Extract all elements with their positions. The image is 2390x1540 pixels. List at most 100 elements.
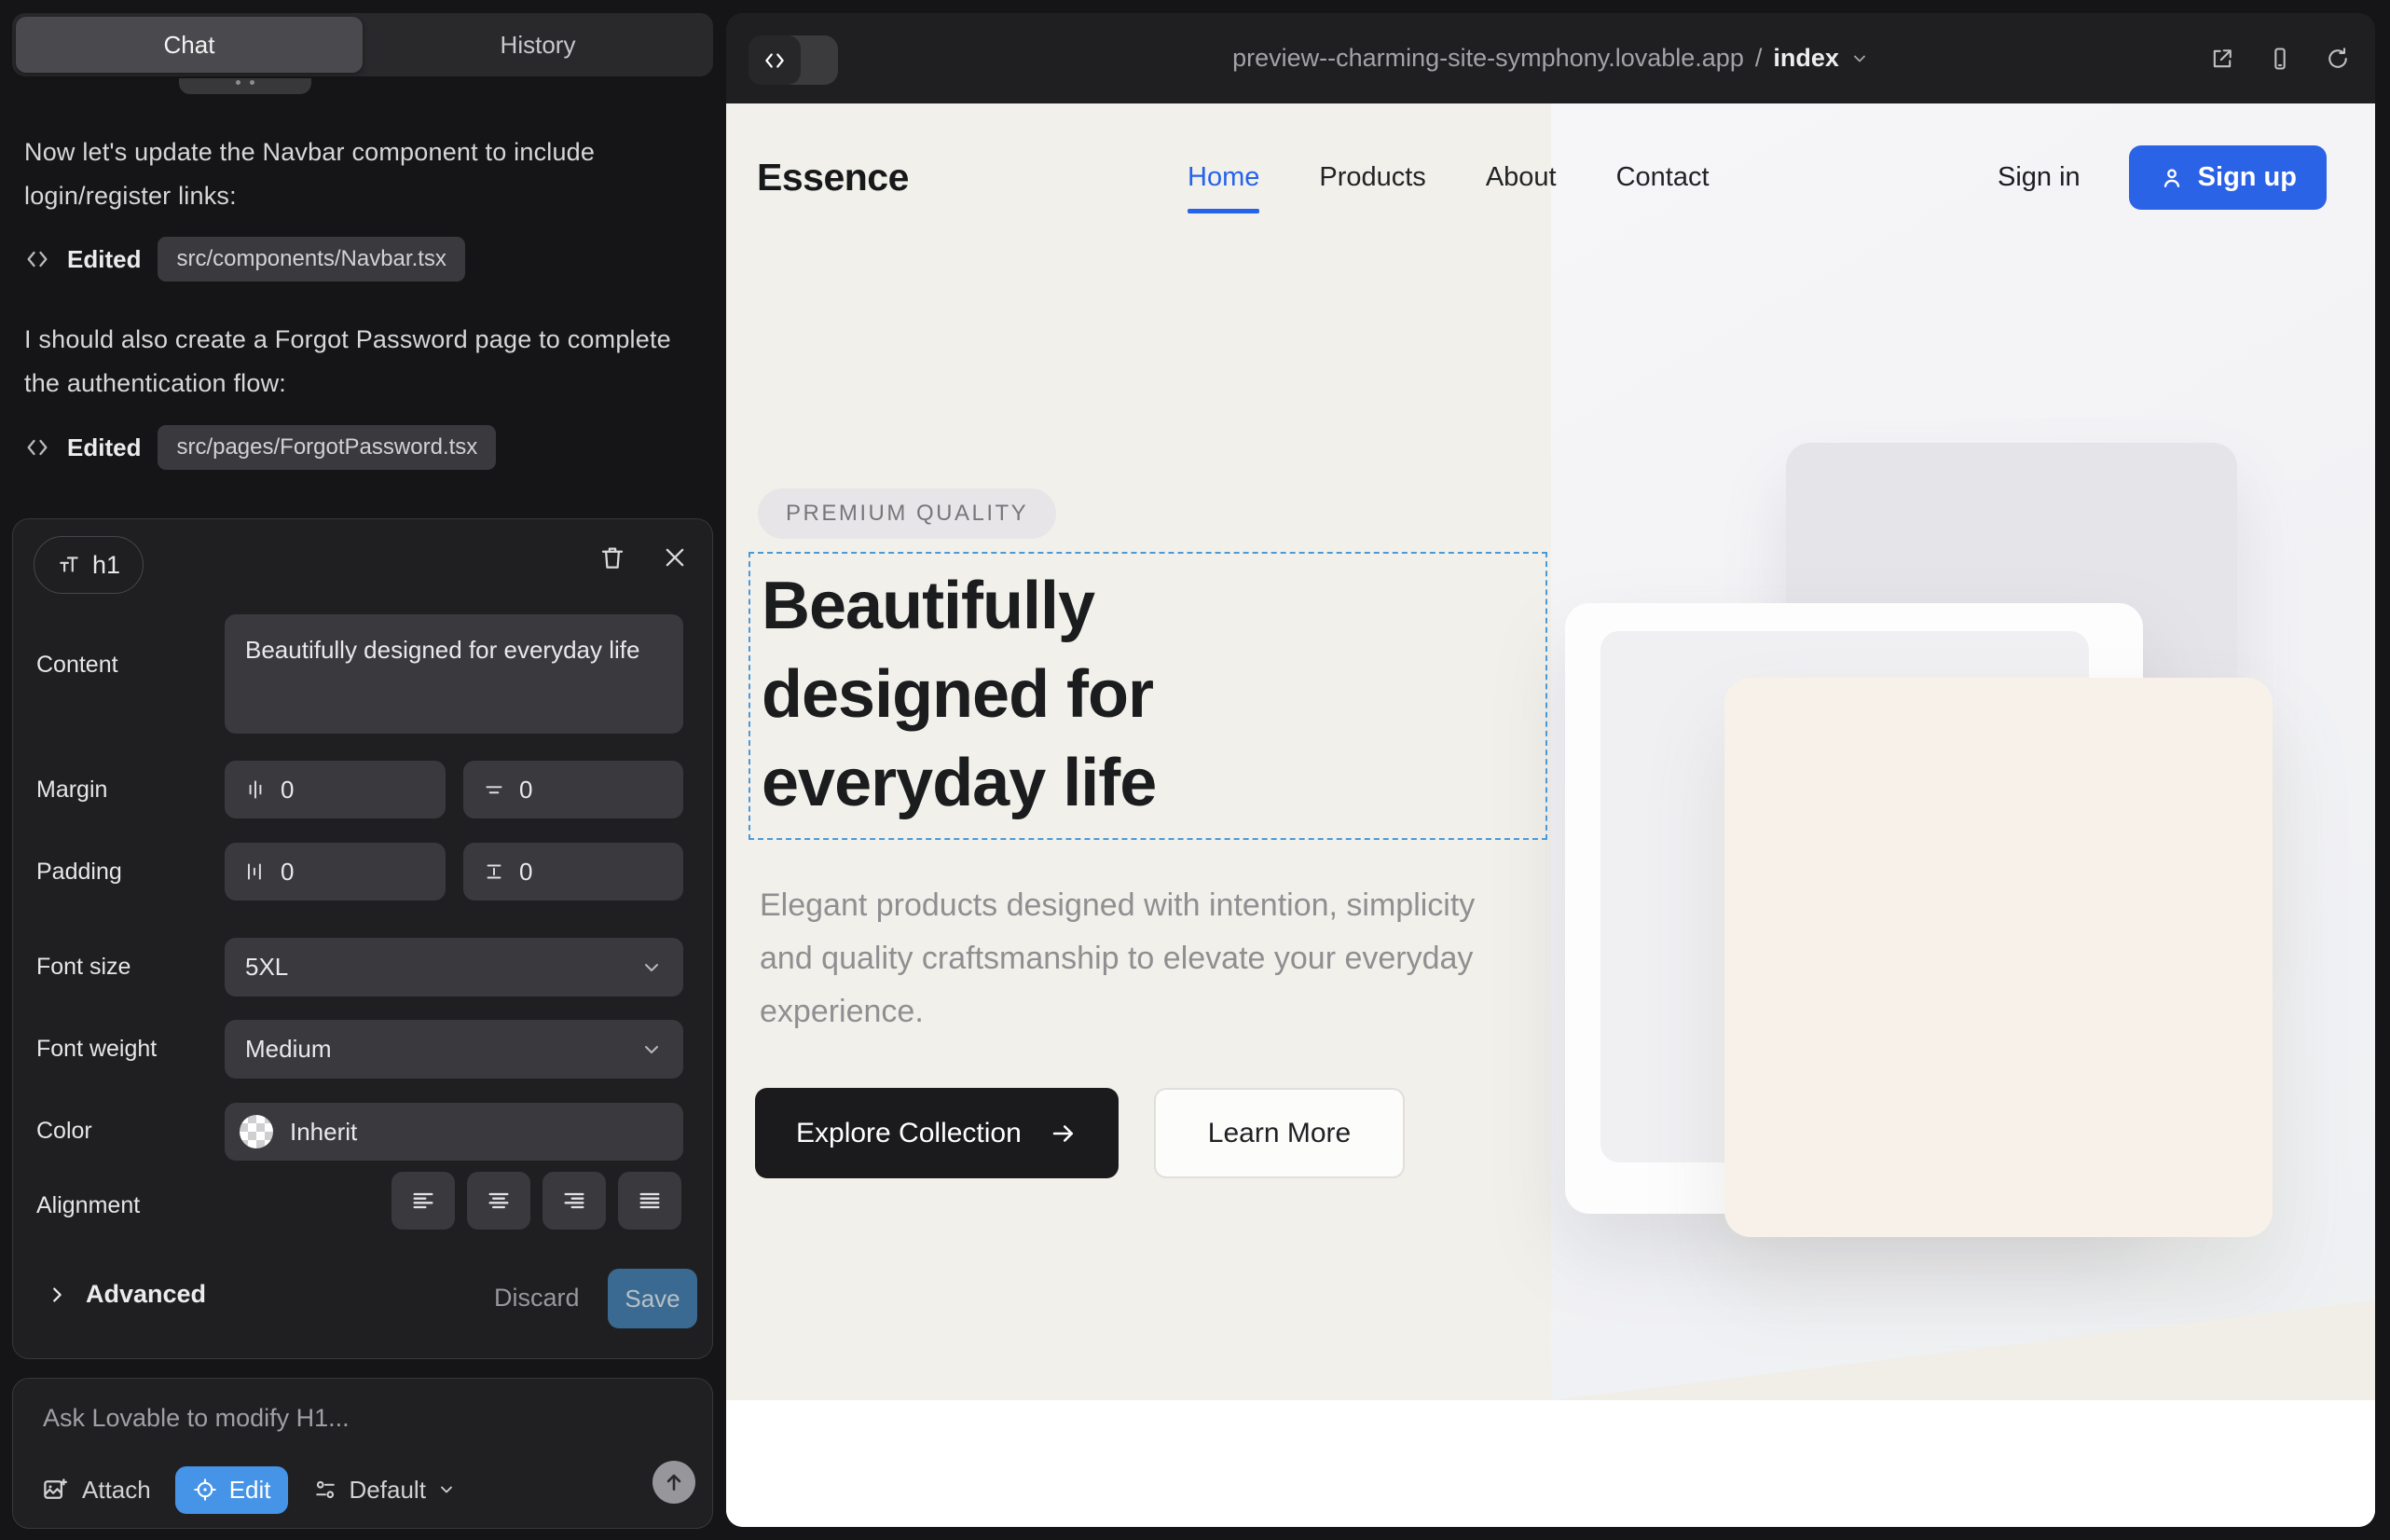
- target-icon: [192, 1477, 218, 1503]
- mobile-view-button[interactable]: [2267, 46, 2293, 72]
- edited-file-row: Edited src/pages/ForgotPassword.tsx: [24, 425, 496, 470]
- scrolled-badge-fragment: [179, 78, 311, 94]
- chat-composer: Attach Edit Default: [12, 1378, 713, 1529]
- element-tag-label: h1: [92, 551, 120, 580]
- assistant-message: I should also create a Forgot Password p…: [24, 318, 692, 406]
- margin-horizontal-input[interactable]: 0: [225, 761, 446, 818]
- user-icon: [2159, 165, 2185, 191]
- margin-vertical-icon: [482, 777, 506, 802]
- align-left-button[interactable]: [391, 1172, 455, 1230]
- align-center-button[interactable]: [467, 1172, 530, 1230]
- margin-vertical-input[interactable]: 0: [463, 761, 683, 818]
- site-preview: Essence Home Products About Contact Sign…: [726, 103, 2375, 1527]
- content-label: Content: [36, 652, 118, 679]
- font-size-select[interactable]: 5XL: [225, 938, 683, 997]
- hero-heading[interactable]: Beautifully designed for everyday life: [762, 562, 1377, 828]
- send-button[interactable]: [652, 1461, 695, 1504]
- chevron-down-icon: [640, 1038, 663, 1061]
- font-weight-label: Font weight: [36, 1036, 157, 1063]
- explore-collection-button[interactable]: Explore Collection: [755, 1088, 1119, 1178]
- advanced-toggle[interactable]: Advanced: [47, 1280, 206, 1309]
- padding-label: Padding: [36, 859, 122, 886]
- element-inspector-panel: h1 Content Beautifully designed for ever…: [12, 518, 713, 1359]
- chevron-down-icon: [1850, 49, 1869, 68]
- tab-history[interactable]: History: [366, 17, 709, 73]
- url-host: preview--charming-site-symphony.lovable.…: [1232, 44, 1744, 73]
- nav-link-home[interactable]: Home: [1188, 162, 1259, 193]
- color-swatch-icon: [240, 1115, 273, 1148]
- code-icon: [24, 246, 50, 272]
- edited-label: Edited: [67, 245, 141, 274]
- hero-description: Elegant products designed with intention…: [760, 879, 1505, 1038]
- site-navbar: Essence Home Products About Contact Sign…: [726, 103, 2375, 252]
- margin-horizontal-icon: [243, 777, 268, 802]
- padding-vertical-value: 0: [519, 858, 532, 887]
- margin-vertical-value: 0: [519, 776, 532, 804]
- code-icon: [24, 434, 50, 461]
- close-icon[interactable]: [662, 543, 688, 571]
- url-bar[interactable]: preview--charming-site-symphony.lovable.…: [726, 13, 2375, 103]
- tab-chat[interactable]: Chat: [16, 17, 363, 73]
- hero-cta-row: Explore Collection Learn More: [755, 1088, 1405, 1178]
- composer-input[interactable]: [41, 1403, 684, 1434]
- refresh-button[interactable]: [2325, 46, 2351, 72]
- attach-image-icon: [41, 1476, 69, 1504]
- save-button[interactable]: Save: [608, 1269, 697, 1328]
- preview-frame: preview--charming-site-symphony.lovable.…: [726, 13, 2375, 1527]
- assistant-message: Now let's update the Navbar component to…: [24, 131, 692, 218]
- content-textarea[interactable]: Beautifully designed for everyday life: [225, 614, 683, 734]
- padding-vertical-icon: [482, 859, 506, 884]
- inspector-footer: Advanced Discard Save: [13, 1265, 712, 1332]
- next-section-background: [726, 1400, 2375, 1527]
- edit-mode-button[interactable]: Edit: [175, 1466, 288, 1514]
- url-separator: /: [1755, 44, 1763, 73]
- font-weight-value: Medium: [245, 1035, 331, 1064]
- decor-card-beige: [1724, 678, 2273, 1237]
- padding-horizontal-value: 0: [281, 858, 294, 887]
- attach-button[interactable]: Attach: [41, 1476, 151, 1505]
- alignment-button-group: [391, 1172, 681, 1230]
- chat-panel: Chat History Now let's update the Navbar…: [0, 0, 726, 1540]
- open-external-button[interactable]: [2209, 46, 2235, 72]
- nav-link-about[interactable]: About: [1486, 162, 1557, 193]
- nav-link-products[interactable]: Products: [1319, 162, 1425, 193]
- model-default-button[interactable]: Default: [312, 1476, 456, 1505]
- sign-up-button[interactable]: Sign up: [2129, 145, 2327, 210]
- margin-label: Margin: [36, 777, 107, 804]
- file-chip[interactable]: src/components/Navbar.tsx: [158, 237, 464, 282]
- alignment-label: Alignment: [36, 1192, 140, 1219]
- delete-element-button[interactable]: [598, 543, 626, 571]
- chat-history-tabbar: Chat History: [12, 13, 713, 76]
- sign-in-link[interactable]: Sign in: [1998, 162, 2081, 193]
- padding-horizontal-input[interactable]: 0: [225, 843, 446, 901]
- arrow-up-icon: [662, 1470, 686, 1494]
- font-weight-select[interactable]: Medium: [225, 1020, 683, 1079]
- nav-link-contact[interactable]: Contact: [1616, 162, 1710, 193]
- sliders-icon: [312, 1477, 338, 1503]
- color-select[interactable]: Inherit: [225, 1103, 683, 1161]
- font-size-value: 5XL: [245, 953, 288, 982]
- hero-badge: PREMIUM QUALITY: [758, 488, 1056, 539]
- discard-button[interactable]: Discard: [494, 1284, 580, 1313]
- edited-label: Edited: [67, 433, 141, 462]
- file-chip[interactable]: src/pages/ForgotPassword.tsx: [158, 425, 496, 470]
- edited-file-row: Edited src/components/Navbar.tsx: [24, 237, 465, 282]
- padding-vertical-input[interactable]: 0: [463, 843, 683, 901]
- padding-horizontal-icon: [243, 859, 268, 884]
- chevron-right-icon: [47, 1285, 67, 1305]
- chevron-down-icon: [437, 1480, 456, 1499]
- site-nav-links: Home Products About Contact: [1188, 103, 1710, 252]
- color-label: Color: [36, 1118, 92, 1145]
- app-root: Chat History Now let's update the Navbar…: [0, 0, 2390, 1540]
- selected-element-tag: h1: [34, 536, 144, 594]
- align-justify-button[interactable]: [618, 1172, 681, 1230]
- align-right-button[interactable]: [543, 1172, 606, 1230]
- preview-topbar: preview--charming-site-symphony.lovable.…: [726, 13, 2375, 103]
- chevron-down-icon: [640, 956, 663, 979]
- margin-horizontal-value: 0: [281, 776, 294, 804]
- url-page: index: [1773, 44, 1839, 73]
- text-type-icon: [57, 553, 81, 577]
- site-logo[interactable]: Essence: [757, 103, 909, 252]
- learn-more-button[interactable]: Learn More: [1154, 1088, 1405, 1178]
- arrow-right-icon: [1050, 1120, 1078, 1148]
